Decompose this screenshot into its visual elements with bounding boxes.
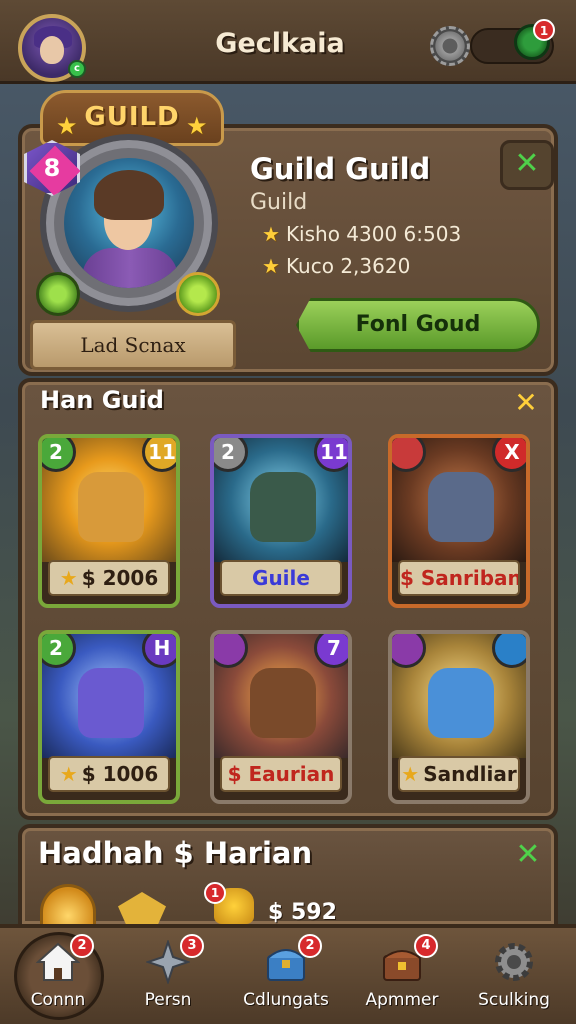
nav-item-home[interactable]: 2 Connn [8, 934, 108, 1020]
guild-card-label: ★ $ 1006 [48, 756, 170, 792]
star-icon: ★ [186, 112, 208, 140]
guild-card-text: $ 2006 [81, 566, 159, 590]
nav-label: Connn [30, 990, 86, 1010]
guild-emblem-icon [250, 472, 316, 542]
player-nameplate: Lad Scnax [30, 320, 236, 370]
card-rank-badge: H [142, 634, 176, 668]
close-icon[interactable]: ✕ [508, 836, 548, 876]
guild-emblem-icon [78, 668, 144, 738]
nav-item-challenges[interactable]: 2 Cdlungats [236, 934, 336, 1020]
settings-gear-icon[interactable] [430, 26, 470, 66]
rank-value: 8 [43, 154, 61, 182]
star-icon: ★ [59, 762, 78, 786]
gear-icon [495, 943, 533, 981]
reward-amount: $ 592 [268, 900, 337, 925]
portrait-art [64, 158, 194, 288]
guild-emblem-icon [428, 472, 494, 542]
page-title: Geclkaia [215, 28, 345, 59]
nav-label: Persn [144, 990, 192, 1010]
guild-card-text: $ Eaurian [227, 762, 335, 786]
guild-card-label: $ Eaurian [220, 756, 342, 792]
guild-card-text: Guile [252, 566, 310, 590]
guild-card[interactable]: 2 H ★ $ 1006 [38, 630, 180, 804]
stat-line: ★ Kisho 4300 6:503 [262, 222, 461, 246]
guild-card[interactable]: 7 $ Eaurian [210, 630, 352, 804]
star-icon: ★ [262, 222, 280, 246]
guild-card-label: Guile [220, 560, 342, 596]
nav-badge: 2 [298, 934, 322, 958]
notification-badge: 1 [533, 19, 555, 41]
portrait-hair [94, 170, 164, 220]
guild-card[interactable]: 2 11 ★ $ 2006 [38, 434, 180, 608]
guild-emblem-icon [250, 668, 316, 738]
guild-card[interactable]: ★ Sandliar [388, 630, 530, 804]
star-icon: ★ [56, 112, 78, 140]
guild-card-text: $ Sanriban [400, 566, 520, 590]
star-icon: ★ [401, 762, 420, 786]
guild-card-label: $ Sanriban [398, 560, 520, 596]
nav-item-settings[interactable]: Sculking [464, 936, 564, 1020]
notifications-button[interactable]: 1 [514, 19, 555, 60]
guild-list-title: Han Guid [40, 386, 164, 414]
nav-item-person[interactable]: 3 Persn [118, 934, 218, 1020]
guild-card-text: $ 1006 [81, 762, 159, 786]
guild-card[interactable]: X $ Sanriban [388, 434, 530, 608]
profile-title: Guild Guild [250, 152, 431, 186]
gold-pile-icon: 1 [204, 882, 254, 924]
nav-label: Cdlungats [243, 990, 329, 1010]
guild-card-text: Sandliar [423, 762, 517, 786]
guild-card-label: ★ Sandliar [398, 756, 520, 792]
find-guild-button[interactable]: Fonl Goud [296, 298, 540, 352]
avatar-status-icon: c [68, 60, 86, 78]
shield-orb-icon[interactable] [36, 272, 80, 316]
gold-badge: 1 [204, 882, 226, 904]
guild-card-label: ★ $ 2006 [48, 560, 170, 596]
card-rank-badge: 11 [142, 438, 176, 472]
nav-label: Sculking [478, 990, 550, 1010]
star-icon: ★ [59, 566, 78, 590]
avatar-face [40, 36, 64, 64]
stat-label: Kisho 4300 6:503 [285, 222, 462, 246]
nav-badge: 3 [180, 934, 204, 958]
nav-label: Apmmer [365, 990, 439, 1010]
star-icon: ★ [262, 254, 280, 278]
nav-badge: 2 [70, 934, 94, 958]
card-rank-badge [492, 634, 526, 668]
guild-card[interactable]: 2 11 Guile [210, 434, 352, 608]
nav-item-armory[interactable]: 4 Apmmer [352, 934, 452, 1020]
reward-title: Hadhah $ Harian [38, 836, 313, 870]
card-rank-badge: 7 [314, 634, 348, 668]
guild-emblem-icon [78, 472, 144, 542]
card-rank-badge: X [492, 438, 526, 472]
close-icon[interactable]: ✕ [506, 386, 546, 422]
nav-badge: 4 [414, 934, 438, 958]
guild-emblem-icon [428, 668, 494, 738]
profile-subtitle: Guild [250, 190, 308, 215]
stat-line: ★ Kuco 2,3620 [262, 254, 410, 278]
card-rank-badge: 11 [314, 438, 348, 472]
star-orb-icon[interactable] [176, 272, 220, 316]
close-icon[interactable]: ✕ [500, 140, 554, 190]
portrait-body [82, 248, 178, 288]
player-avatar[interactable]: c [18, 14, 86, 82]
stat-label: Kuco 2,3620 [285, 254, 411, 278]
